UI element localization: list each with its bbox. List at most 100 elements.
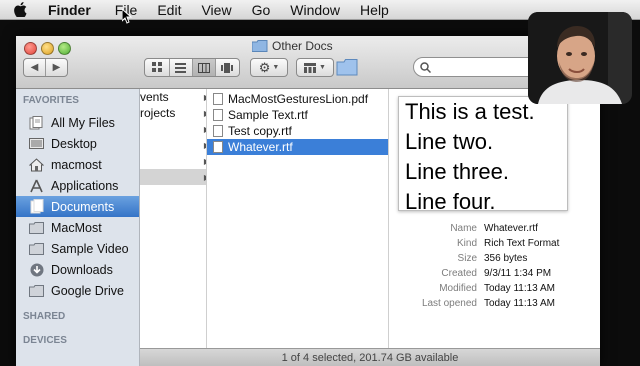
gear-icon: ⚙ [258,59,271,75]
list-item-label: rojects [140,106,176,120]
info-key: Last opened [421,298,477,309]
arrange-menu-button[interactable]: ▼ [296,58,334,77]
preview-line: Line three. [405,159,509,184]
info-key: Created [441,268,477,279]
sidebar-item-macmost-folder[interactable]: MacMost [16,217,139,238]
sidebar-item-label: All My Files [51,115,115,130]
sidebar-item-label: MacMost [51,220,102,235]
sidebar-heading-shared: SHARED [23,311,66,322]
menu-go[interactable]: Go [252,2,271,18]
file-row[interactable]: MacMostGesturesLion.pdf [207,91,388,107]
sidebar-item-macmost-home[interactable]: macmost [16,154,139,175]
chevron-down-icon: ▼ [319,64,326,71]
sidebar-item-label: Sample Video [51,241,129,256]
sidebar-item-label: Downloads [51,262,113,277]
folder-path-icon[interactable] [336,58,358,76]
rtf-file-icon [213,109,223,121]
apple-menu-icon[interactable] [14,2,36,17]
cover-flow-button[interactable] [216,59,238,76]
downloads-icon [28,262,45,277]
info-key: Name [450,223,477,234]
columns-icon [197,62,210,73]
list-item[interactable]: ▶ [140,137,206,153]
column-view-button[interactable] [192,59,216,76]
sidebar-item-label: Google Drive [51,283,124,298]
menu-app-name[interactable]: Finder [48,2,91,18]
arrange-icon [304,62,317,73]
folder-icon [28,220,45,235]
document-preview: This is a test. Line two. Line three. Li… [398,96,568,211]
file-row[interactable]: Test copy.rtf [207,123,388,139]
file-row[interactable]: Sample Text.rtf [207,107,388,123]
sidebar-item-sample-video[interactable]: Sample Video [16,238,139,259]
home-icon [28,157,45,172]
action-menu-button[interactable]: ⚙ ▼ [250,58,288,77]
window-title: Other Docs [252,39,333,53]
window-title-text: Other Docs [272,39,333,53]
sidebar-item-label: Applications [51,178,119,193]
info-key: Size [457,253,477,264]
file-row-selected[interactable]: Whatever.rtf [207,139,388,155]
sidebar-item-documents[interactable]: Documents [16,196,139,217]
sidebar-item-applications[interactable]: Applications [16,175,139,196]
menu-edit[interactable]: Edit [157,2,181,18]
status-bar: 1 of 4 selected, 201.74 GB available [140,348,600,366]
info-value: 9/3/11 1:34 PM [484,268,552,279]
menu-view[interactable]: View [201,2,231,18]
desktop-icon [28,136,45,151]
info-value: 356 bytes [484,253,528,264]
view-mode-control [144,58,240,77]
folder-icon [28,283,45,298]
sidebar-item-label: macmost [51,157,102,172]
zoom-button[interactable] [58,42,71,55]
sidebar-item-downloads[interactable]: Downloads [16,259,139,280]
info-value: Today 11:13 AM [484,298,555,309]
info-value: Rich Text Format [484,238,560,249]
back-forward-control: ◀ ▶ [23,58,68,77]
list-view-button[interactable] [170,59,193,76]
close-button[interactable] [24,42,37,55]
file-name: Sample Text.rtf [228,108,308,122]
list-item[interactable]: vents▶ [140,89,206,105]
all-files-icon [28,115,45,130]
file-info: Name Whatever.rtf Kind Rich Text Format Si… [389,223,600,313]
list-item[interactable]: ▶ [140,153,206,169]
chevron-down-icon: ▼ [272,64,280,71]
pdf-file-icon [213,93,223,105]
file-name: Whatever.rtf [228,140,293,154]
info-value: Today 11:13 AM [484,283,555,294]
presenter-face-image [528,12,632,104]
list-item[interactable]: ▶ [140,121,206,137]
menu-window[interactable]: Window [290,2,340,18]
list-item-selected[interactable]: ▶ [140,169,206,185]
cover-flow-icon [220,62,233,73]
icon-view-button[interactable] [147,59,170,76]
sidebar-item-google-drive[interactable]: Google Drive [16,280,139,301]
sidebar-item-label: Desktop [51,136,97,151]
minimize-button[interactable] [41,42,54,55]
menu-help[interactable]: Help [360,2,389,18]
folder-icon [252,40,268,52]
sidebar-heading-favorites: FAVORITES [23,95,79,106]
sidebar-item-desktop[interactable]: Desktop [16,133,139,154]
documents-icon [28,199,45,214]
info-key: Modified [439,283,477,294]
folder-icon [28,241,45,256]
mouse-cursor-icon [122,9,132,24]
rtf-file-icon [213,125,223,137]
back-button[interactable]: ◀ [24,59,46,76]
forward-button[interactable]: ▶ [46,59,67,76]
sidebar: FAVORITES All My Files Desktop macmost A… [16,89,140,366]
applications-icon [28,178,45,193]
sidebar-heading-devices: DEVICES [23,335,67,346]
sidebar-item-all-my-files[interactable]: All My Files [16,112,139,133]
list-item[interactable]: rojects▶ [140,105,206,121]
rtf-file-icon [213,141,223,153]
file-name: Test copy.rtf [228,124,292,138]
file-name: MacMostGesturesLion.pdf [228,92,369,106]
sidebar-item-label: Documents [51,199,115,214]
list-icon [175,62,186,73]
grid-icon [152,62,162,72]
preview-line: Line two. [405,129,494,154]
browser-column-2: MacMostGesturesLion.pdf Sample Text.rtf … [207,89,389,366]
